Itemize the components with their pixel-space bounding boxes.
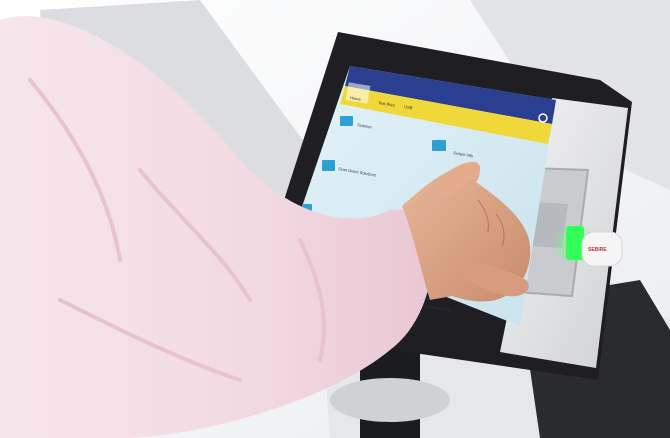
photo-scene: Home Text Print USB Scanner Scripte Info… [0,0,670,438]
folder-icon[interactable] [432,140,446,151]
folder-icon[interactable] [322,160,335,171]
usb-port-light [566,226,584,260]
usb-brand-label: SEBIRE [588,247,607,253]
folder-icon[interactable] [340,116,353,126]
stand-base [330,378,450,422]
